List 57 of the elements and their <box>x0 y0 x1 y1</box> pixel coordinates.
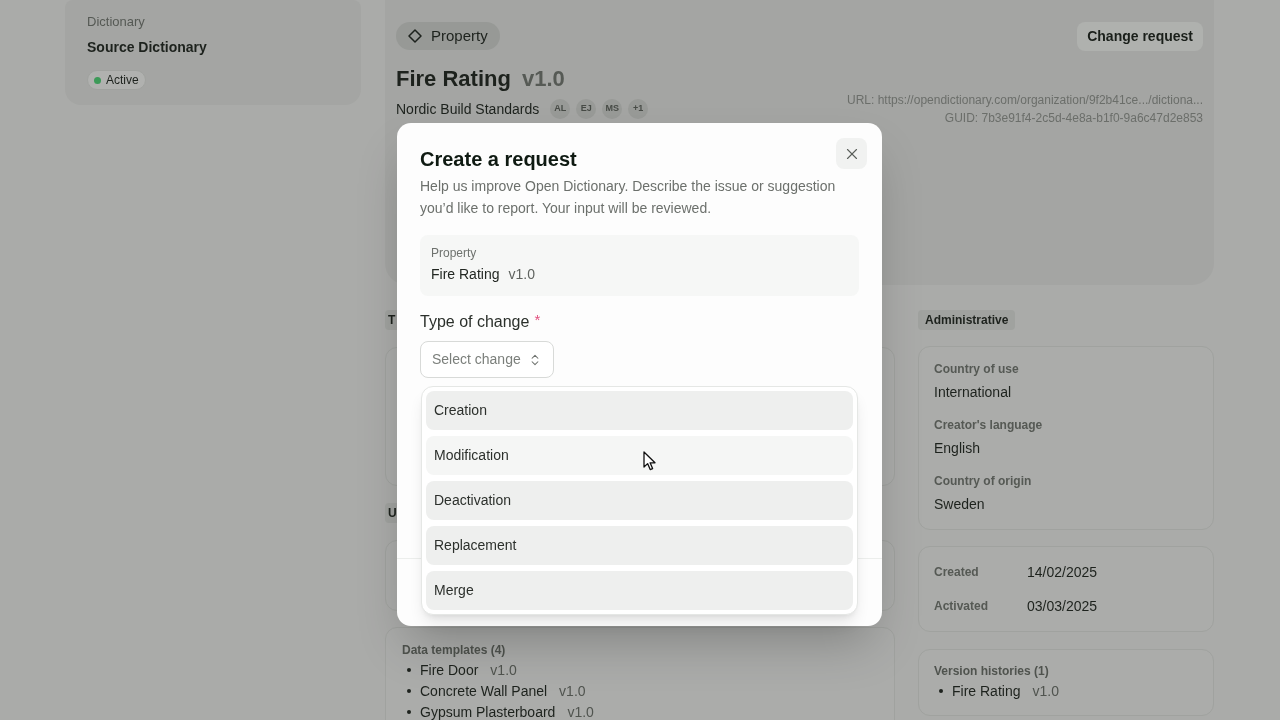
list-title: Data templates (4) <box>402 642 507 659</box>
url-text: URL: https://opendictionary.com/organization/9f2b41ce.../dictiona... <box>847 92 1203 109</box>
list-item-name: Gypsum Plasterboard <box>420 703 556 720</box>
required-mark: * <box>534 310 541 330</box>
list-item-version: v1.0 <box>559 682 586 699</box>
summary-version: v1.0 <box>508 265 535 284</box>
date-label: Activated <box>934 598 990 615</box>
property-version: v1.0 <box>521 65 565 93</box>
date-label: Created <box>934 564 980 581</box>
bullet-icon <box>407 709 411 714</box>
organization-name: Nordic Build Standards <box>396 100 540 119</box>
property-title: Fire Rating <box>396 65 511 93</box>
field-value: Sweden <box>934 495 986 514</box>
dropdown-option[interactable]: Creation <box>426 391 853 430</box>
list-item-version: v1.0 <box>567 703 594 720</box>
dictionary-label: Dictionary <box>87 13 145 31</box>
list-item-name: Fire Rating <box>952 682 1021 699</box>
dropdown-option[interactable]: Deactivation <box>426 481 853 520</box>
section-heading: Administrative <box>918 310 1016 330</box>
summary-label: Property <box>431 245 477 262</box>
list-item-version: v1.0 <box>1032 682 1059 699</box>
field-label: Country of origin <box>934 473 1033 490</box>
field-label: Type of change <box>420 312 530 332</box>
cursor-icon <box>643 451 656 471</box>
list-item-name: Concrete Wall Panel <box>420 682 548 699</box>
guid-text: GUID: 7b3e91f4-2c5d-4e8a-b1f0-9a6c47d2e853 <box>944 110 1203 127</box>
entity-type-label: Property <box>431 26 488 46</box>
user-avatar: MS <box>602 99 623 119</box>
field-label: Country of use <box>934 361 1020 378</box>
bullet-icon <box>407 688 411 693</box>
bullet-icon <box>407 667 411 672</box>
dropdown-option[interactable]: Replacement <box>426 526 853 565</box>
dialog-description: Help us improve Open Dictionary. Describe the issue or suggestion you’d like to report. Your input will be reviewed. <box>420 177 837 218</box>
section-heading: U <box>388 505 397 521</box>
section-heading: T <box>388 312 396 328</box>
date-value: 14/02/2025 <box>1027 563 1099 582</box>
dialog-title: Create a request <box>420 147 577 172</box>
field-value: English <box>934 439 981 458</box>
list-title: Version histories (1) <box>934 663 1050 680</box>
dropdown-option[interactable]: Merge <box>426 571 853 610</box>
user-avatar: EJ <box>576 99 597 119</box>
dropdown-option[interactable]: Modification <box>426 436 853 475</box>
list-item-name: Fire Door <box>420 661 479 678</box>
change-type-select[interactable]: Select change <box>420 341 554 378</box>
bullet-icon <box>939 688 943 693</box>
change-request-button[interactable]: Change request <box>1077 22 1203 51</box>
date-value: 03/03/2025 <box>1027 597 1099 616</box>
field-label: Creator's language <box>934 417 1044 434</box>
status-label: Active <box>106 72 139 88</box>
list-item-version: v1.0 <box>490 661 517 678</box>
field-value: International <box>934 383 1013 402</box>
summary-name: Fire Rating <box>431 265 500 284</box>
user-avatar: AL <box>550 99 571 119</box>
close-button[interactable] <box>836 138 867 169</box>
dictionary-name: Source Dictionary <box>87 38 207 57</box>
diamond-icon <box>408 29 422 43</box>
user-avatar: +1 <box>628 99 649 119</box>
